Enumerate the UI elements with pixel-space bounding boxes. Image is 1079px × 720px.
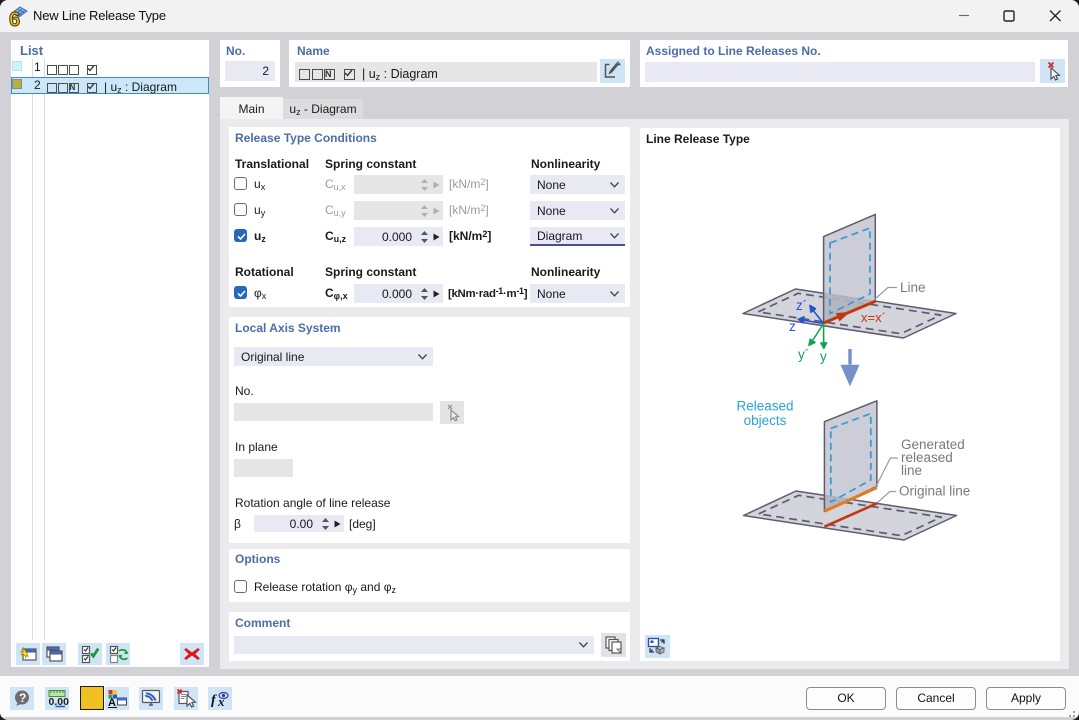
svg-text:objects: objects [744,413,787,428]
svg-text:6: 6 [9,9,20,28]
svg-text:line: line [901,463,922,478]
svg-text:z: z [789,319,796,334]
svg-text:Line: Line [900,280,926,295]
svg-text:N: N [325,69,332,79]
svg-text:y´: y´ [798,347,809,362]
svg-text:y: y [820,349,827,364]
svg-text:Released: Released [736,399,793,414]
svg-text:x=x´: x=x´ [861,310,886,325]
svg-text:Original line: Original line [899,484,970,499]
svg-text:f: f [211,693,217,708]
svg-text:z´: z´ [796,298,807,313]
svg-text:?: ? [19,691,26,705]
svg-text:N: N [70,83,76,92]
